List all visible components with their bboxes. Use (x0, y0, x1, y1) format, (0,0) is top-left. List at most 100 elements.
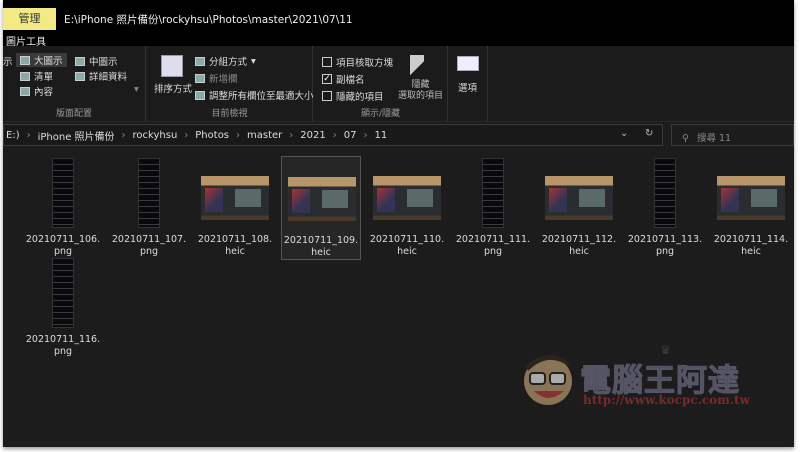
group-by-label: 分組方式 (209, 57, 248, 68)
layout-expand-icon[interactable]: ▾ (134, 84, 139, 95)
thumbnail (109, 156, 189, 232)
ribbon: 示 大圖示 中圖示 清單 詳細資料 內容 ▾ 版面配置 排序方式 分組方式 ▾ 新… (3, 46, 794, 122)
file-name: 20210711_116.png (25, 334, 101, 357)
photo-thumbnail-image (545, 176, 613, 220)
layout-group: 示 大圖示 中圖示 清單 詳細資料 內容 ▾ 版面配置 (3, 46, 146, 122)
hidden-items-label: 隱藏的項目 (336, 92, 384, 103)
chevron-right-icon: › (363, 129, 368, 141)
item-checkboxes-toggle[interactable]: 項目核取方塊 (322, 55, 393, 69)
show-hide-group: 項目核取方塊 ✓ 副檔名 隱藏的項目 隱藏 選取的項目 顯示/隱藏 (314, 46, 448, 122)
checkbox-checked[interactable]: ✓ (322, 74, 332, 84)
current-view-group-title: 目前檢視 (211, 109, 248, 119)
screenshot-thumbnail-image (138, 158, 160, 228)
file-name: 20210711_107.png (111, 234, 187, 257)
search-box[interactable]: ⚲ 搜尋 11 (671, 124, 794, 146)
breadcrumb-photos[interactable]: Photos (195, 130, 229, 141)
medium-icons-icon (75, 56, 85, 66)
layout-group-title: 版面配置 (55, 109, 92, 119)
current-view-group: 排序方式 分組方式 ▾ 新增欄 調整所有欄位至最適大小 目前檢視 (147, 46, 314, 122)
file-item[interactable]: 20210711_111.png (453, 156, 533, 258)
options-button[interactable]: 選項 (458, 80, 477, 94)
manage-tab[interactable]: 管理 (3, 8, 56, 30)
list-label: 清單 (34, 72, 54, 83)
layout-item-partial[interactable]: 示 (3, 54, 13, 68)
window-title: E:\iPhone 照片備份\rockyhsu\Photos\master\20… (64, 14, 353, 26)
hide-selected-icon (410, 55, 424, 75)
breadcrumb-iphone-backup[interactable]: iPhone 照片備份 (38, 128, 115, 143)
breadcrumb-11[interactable]: 11 (374, 130, 387, 141)
details-option[interactable]: 詳細資料 (75, 69, 127, 83)
file-name: 20210711_110.heic (369, 234, 445, 257)
breadcrumb-2021[interactable]: 2021 (300, 130, 325, 141)
large-icons-icon (20, 55, 30, 65)
screenshot-thumbnail-image (52, 158, 74, 228)
options-icon (457, 56, 479, 71)
show-hide-group-title: 顯示/隱藏 (360, 109, 401, 119)
checkbox[interactable] (322, 91, 332, 101)
photo-thumbnail-image (288, 177, 356, 221)
file-item[interactable]: 20210711_113.png (625, 156, 705, 258)
file-name: 20210711_106.png (25, 234, 101, 257)
file-item[interactable]: 20210711_114.heic (711, 156, 791, 258)
mascot-face-icon (524, 354, 572, 405)
thumbnail (711, 156, 791, 232)
file-explorer-window: 管理 E:\iPhone 照片備份\rockyhsu\Photos\master… (3, 0, 794, 447)
search-icon: ⚲ (682, 133, 689, 144)
medium-icons-option[interactable]: 中圖示 (75, 54, 118, 68)
content-option[interactable]: 內容 (20, 84, 53, 98)
file-item[interactable]: 20210711_110.heic (367, 156, 447, 258)
watermark-url: http://www.kocpc.com.tw (583, 393, 750, 407)
file-name: 20210711_108.heic (197, 234, 273, 257)
fit-columns-label: 調整所有欄位至最適大小 (209, 91, 314, 102)
refresh-icon[interactable]: ↻ (645, 128, 653, 139)
file-name: 20210711_111.png (455, 234, 531, 257)
thumbnail (23, 156, 103, 232)
hide-selected-label-line2: 選取的項目 (398, 91, 444, 101)
breadcrumb-07[interactable]: 07 (344, 130, 357, 141)
file-item[interactable]: 20210711_107.png (109, 156, 189, 258)
file-extensions-toggle[interactable]: ✓ 副檔名 (322, 72, 365, 86)
screenshot-thumbnail-image (482, 158, 504, 228)
thumbnail (195, 156, 275, 232)
thumbnail (625, 156, 705, 232)
list-icon (20, 71, 30, 81)
breadcrumb-master[interactable]: master (247, 130, 282, 141)
content-icon (20, 86, 30, 96)
thumbnail (282, 157, 360, 233)
add-column-button[interactable]: 新增欄 (195, 71, 238, 85)
item-checkboxes-label: 項目核取方塊 (336, 58, 394, 69)
photo-thumbnail-image (717, 176, 785, 220)
details-icon (75, 71, 85, 81)
screenshot-thumbnail-image (654, 158, 676, 228)
address-history-dropdown-icon[interactable]: ⌄ (620, 128, 628, 139)
address-bar[interactable]: E:) › iPhone 照片備份 › rockyhsu › Photos › mast… (3, 124, 663, 146)
group-by-button[interactable]: 分組方式 ▾ (195, 54, 256, 68)
add-column-icon (195, 73, 205, 83)
fit-columns-button[interactable]: 調整所有欄位至最適大小 (195, 88, 314, 102)
breadcrumb-drive[interactable]: E:) (6, 130, 20, 141)
list-option[interactable]: 清單 (20, 69, 53, 83)
watermark-logo: ♛ 電腦王阿達 http://www.kocpc.com.tw (518, 343, 783, 415)
file-item[interactable]: 20210711_116.png (23, 256, 103, 358)
file-item[interactable]: 20210711_109.heic (281, 156, 361, 260)
file-item[interactable]: 20210711_112.heic (539, 156, 619, 258)
hidden-items-toggle[interactable]: 隱藏的項目 (322, 89, 384, 103)
chevron-right-icon: › (26, 129, 31, 141)
medium-icons-label: 中圖示 (89, 57, 118, 68)
checkbox[interactable] (322, 57, 332, 67)
file-item[interactable]: 20210711_106.png (23, 156, 103, 258)
hide-selected-button[interactable]: 隱藏 選取的項目 (398, 80, 443, 102)
sort-by-button[interactable]: 排序方式 (154, 81, 192, 95)
fit-columns-icon (195, 90, 205, 100)
group-by-icon (195, 56, 205, 66)
content-label: 內容 (34, 87, 54, 98)
breadcrumb-rockyhsu[interactable]: rockyhsu (133, 130, 178, 141)
thumbnail (539, 156, 619, 232)
chevron-right-icon: › (236, 129, 241, 141)
chevron-right-icon: › (289, 129, 294, 141)
large-icons-option[interactable]: 大圖示 (16, 53, 67, 67)
file-name: 20210711_112.heic (541, 234, 617, 257)
title-bar: 管理 E:\iPhone 照片備份\rockyhsu\Photos\master… (3, 0, 794, 48)
file-item[interactable]: 20210711_108.heic (195, 156, 275, 258)
chevron-right-icon: › (184, 129, 189, 141)
